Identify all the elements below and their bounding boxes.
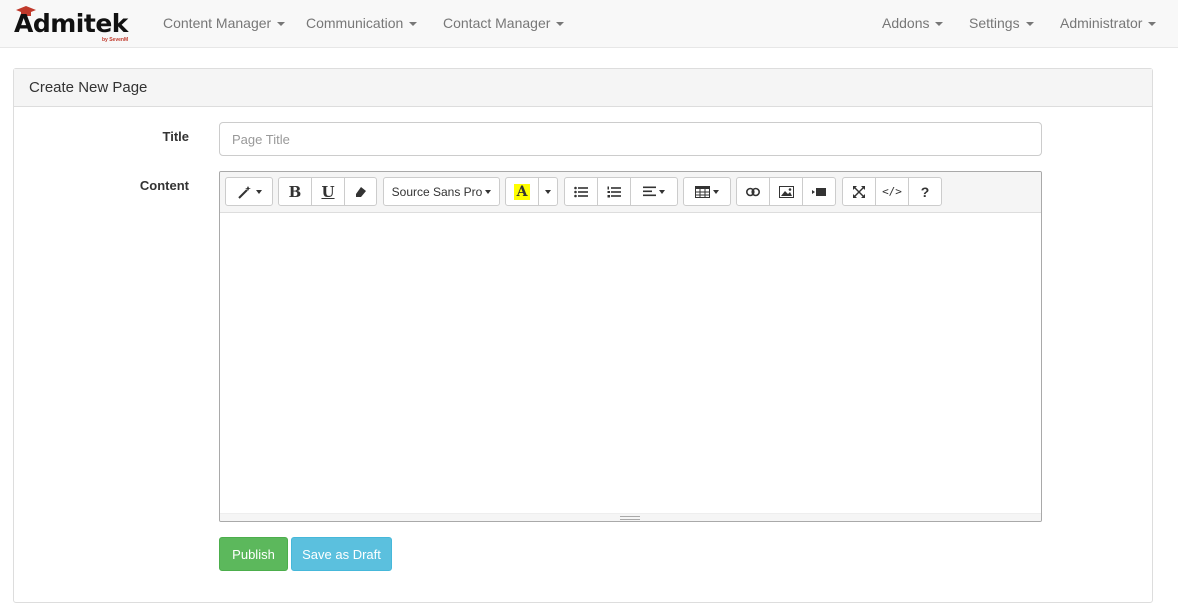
- table-dropdown-button[interactable]: [683, 177, 731, 206]
- nav-administrator[interactable]: Administrator: [1060, 0, 1157, 48]
- brand-logo[interactable]: Admitek by SevenM: [14, 6, 134, 44]
- nav-label: Addons: [882, 15, 930, 31]
- video-icon: [812, 187, 826, 196]
- panel-title: Create New Page: [14, 69, 1152, 107]
- paragraph-align-dropdown[interactable]: [630, 177, 678, 206]
- title-label: Title: [162, 129, 190, 144]
- publish-button[interactable]: Publish: [219, 537, 288, 571]
- content-label: Content: [139, 178, 189, 193]
- unordered-list-button[interactable]: [564, 177, 598, 206]
- editor-content-area[interactable]: [220, 213, 1041, 514]
- clear-format-button[interactable]: [344, 177, 377, 206]
- caret-down-icon: [556, 22, 565, 27]
- highlight-color-button[interactable]: A: [505, 177, 539, 206]
- caret-down-icon: [409, 22, 418, 27]
- insert-image-button[interactable]: [769, 177, 803, 206]
- underline-icon: U: [321, 182, 335, 201]
- ordered-list-button[interactable]: [597, 177, 631, 206]
- caret-down-icon: [255, 189, 262, 194]
- grip-icon: [620, 516, 640, 520]
- bold-button[interactable]: B: [278, 177, 312, 206]
- font-family-dropdown[interactable]: Source Sans Pro: [383, 177, 500, 206]
- nav-label: Administrator: [1060, 15, 1143, 31]
- brand-subtitle: by SevenM: [102, 37, 129, 43]
- eraser-icon: [355, 186, 366, 197]
- help-button[interactable]: ?: [908, 177, 942, 206]
- create-page-panel: Create New Page Title Content B U Source…: [13, 68, 1153, 603]
- rich-text-editor: B U Source Sans Pro A </> ?: [219, 171, 1042, 522]
- caret-down-icon: [277, 22, 286, 27]
- link-icon: [746, 187, 760, 196]
- nav-label: Content Manager: [163, 15, 272, 31]
- nav-label: Contact Manager: [443, 15, 551, 31]
- magic-wand-icon: [237, 185, 251, 199]
- top-navbar: Admitek by SevenM Content Manager Commun…: [0, 0, 1178, 48]
- underline-button[interactable]: U: [311, 177, 345, 206]
- caret-down-icon: [1148, 22, 1157, 27]
- style-dropdown-button[interactable]: [225, 177, 273, 206]
- page-title-input[interactable]: [219, 122, 1042, 156]
- font-name-label: Source Sans Pro: [391, 184, 483, 199]
- nav-content-manager[interactable]: Content Manager: [163, 0, 286, 48]
- caret-down-icon: [935, 22, 944, 27]
- nav-label: Communication: [306, 15, 404, 31]
- caret-down-icon: [485, 189, 492, 194]
- highlight-a-icon: A: [513, 183, 531, 200]
- nav-communication[interactable]: Communication: [306, 0, 418, 48]
- nav-addons[interactable]: Addons: [882, 0, 944, 48]
- bullet-list-icon: [574, 186, 588, 197]
- editor-toolbar: B U Source Sans Pro A </> ?: [220, 172, 1041, 213]
- color-dropdown-button[interactable]: [538, 177, 558, 206]
- caret-down-icon: [545, 189, 551, 194]
- code-icon: </>: [882, 185, 902, 198]
- brand-name: Admitek: [14, 9, 128, 38]
- caret-down-icon: [659, 189, 665, 194]
- table-icon: [695, 185, 710, 198]
- save-draft-button[interactable]: Save as Draft: [291, 537, 392, 571]
- numbered-list-icon: [607, 186, 621, 197]
- editor-resize-handle[interactable]: [220, 513, 1041, 521]
- nav-settings[interactable]: Settings: [969, 0, 1034, 48]
- caret-down-icon: [1025, 22, 1034, 27]
- align-left-icon: [643, 186, 656, 197]
- code-view-button[interactable]: </>: [875, 177, 909, 206]
- insert-video-button[interactable]: [802, 177, 836, 206]
- fullscreen-button[interactable]: [842, 177, 876, 206]
- help-icon: ?: [920, 183, 930, 200]
- image-icon: [778, 185, 794, 198]
- insert-link-button[interactable]: [736, 177, 770, 206]
- caret-down-icon: [713, 189, 719, 194]
- nav-contact-manager[interactable]: Contact Manager: [443, 0, 565, 48]
- nav-label: Settings: [969, 15, 1020, 31]
- bold-icon: B: [288, 182, 302, 201]
- fullscreen-icon: [853, 185, 865, 198]
